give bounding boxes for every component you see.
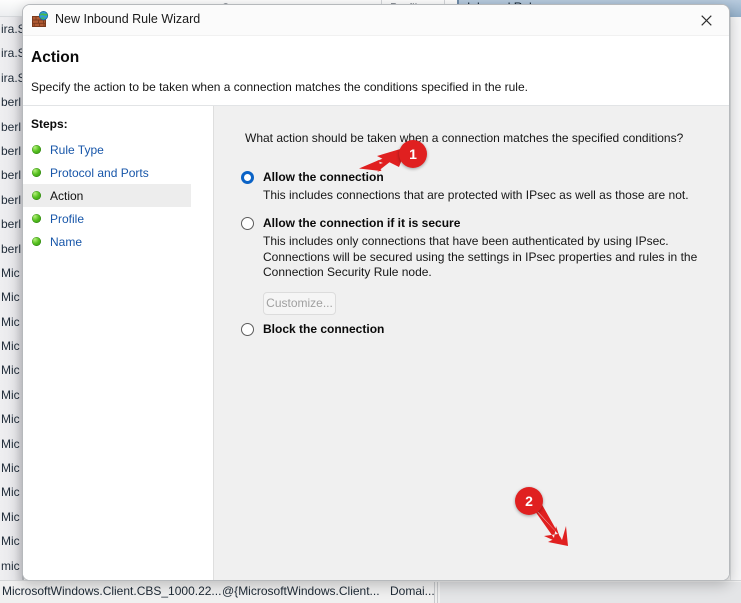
firewall-globe-icon [32,11,49,28]
new-inbound-rule-wizard-dialog: New Inbound Rule Wizard Action Specify t… [22,4,730,581]
action-question: What action should be taken when a conne… [245,131,684,145]
radio-allow-connection[interactable] [241,171,254,184]
option-allow-connection-row[interactable]: Allow the connection [241,170,703,184]
dialog-header: Action Specify the action to be taken wh… [23,36,729,106]
status-separator [437,582,438,603]
list-item[interactable]: ira.S [0,17,24,41]
step-item-label: Action [50,188,84,203]
step-item-name[interactable]: Name [23,230,191,253]
option-block-connection-row[interactable]: Block the connection [241,322,384,336]
close-icon [700,14,712,26]
list-item[interactable]: Mic [0,285,24,309]
status-bar-cell-profile: Domai... [390,584,435,598]
status-bar-cell-name: MicrosoftWindows.Client.CBS_1000.22... [2,584,222,598]
list-item[interactable]: Mic [0,529,24,553]
list-item[interactable]: berl [0,212,24,236]
step-bullet-icon [32,237,41,246]
step-item-label: Rule Type [50,142,104,157]
status-bar-filler [440,582,741,603]
step-bullet-icon [32,145,41,154]
background-rules-list[interactable]: ira.S ira.S ira.S berl berl berl berl berl berl b… [0,17,24,580]
customize-button: Customize... [263,291,336,315]
annotation-badge-1: 1 [399,140,427,168]
annotation-badge-2: 2 [515,487,543,515]
dialog-body: Steps: Rule Type Protocol and Ports Action… [23,106,729,580]
list-item[interactable]: ira.S [0,41,24,65]
step-item-label: Profile [50,211,85,226]
step-item-action[interactable]: Action [23,184,191,207]
list-item[interactable]: Mic [0,334,24,358]
list-item[interactable]: berl [0,188,24,212]
option-allow-if-secure[interactable]: Allow the connection if it is secure Thi… [241,216,703,315]
list-item[interactable]: berl [0,90,24,114]
steps-pane: Steps: Rule Type Protocol and Ports Action… [23,106,191,580]
step-item-label: Name [50,234,83,249]
list-item[interactable]: berl [0,115,24,139]
dialog-title: New Inbound Rule Wizard [55,12,201,26]
radio-allow-if-secure[interactable] [241,217,254,230]
list-item[interactable]: berl [0,163,24,187]
dialog-title-bar[interactable]: New Inbound Rule Wizard [23,5,729,36]
list-item[interactable]: ira.S [0,66,24,90]
option-block-connection-label: Block the connection [263,322,385,336]
status-bar: MicrosoftWindows.Client.CBS_1000.22... @… [0,580,741,603]
radio-block-connection[interactable] [241,323,254,336]
option-allow-connection[interactable]: Allow the connection This includes conne… [241,170,703,204]
step-item-protocol-and-ports[interactable]: Protocol and Ports [23,161,191,184]
list-item[interactable]: Mic [0,310,24,334]
list-item[interactable]: Mic [0,383,24,407]
list-item[interactable]: berl [0,139,24,163]
page-title: Action [31,49,80,66]
background-right-strip [730,17,741,580]
step-bullet-icon [32,168,41,177]
list-item[interactable]: Mic [0,407,24,431]
step-bullet-icon [32,214,41,223]
step-item-label: Protocol and Ports [50,165,149,180]
list-item[interactable]: Mic [0,358,24,382]
status-separator [434,582,435,603]
list-item[interactable]: mic [0,554,24,578]
page-subtitle: Specify the action to be taken when a co… [31,80,528,94]
list-item[interactable]: Mic [0,456,24,480]
option-allow-if-secure-label: Allow the connection if it is secure [263,216,461,230]
step-item-rule-type[interactable]: Rule Type [23,138,191,161]
option-allow-connection-description: This includes connections that are prote… [263,188,689,202]
status-bar-cell-group: @{MicrosoftWindows.Client... [222,584,380,598]
list-item[interactable]: Mic [0,432,24,456]
step-bullet-icon [32,191,41,200]
option-allow-connection-label: Allow the connection [263,170,384,184]
steps-label: Steps: [31,117,68,131]
list-item[interactable]: Mic [0,505,24,529]
step-item-profile[interactable]: Profile [23,207,191,230]
content-pane: What action should be taken when a conne… [213,106,729,580]
option-allow-if-secure-row[interactable]: Allow the connection if it is secure [241,216,703,230]
list-item[interactable]: berl [0,237,24,261]
option-allow-if-secure-description: This includes only connections that have… [263,234,698,279]
steps-list: Rule Type Protocol and Ports Action Profile… [23,138,191,253]
list-item[interactable]: Mic [0,261,24,285]
option-block-connection[interactable]: Block the connection [241,322,384,336]
list-item[interactable]: Mic [0,480,24,504]
close-button[interactable] [683,5,729,35]
